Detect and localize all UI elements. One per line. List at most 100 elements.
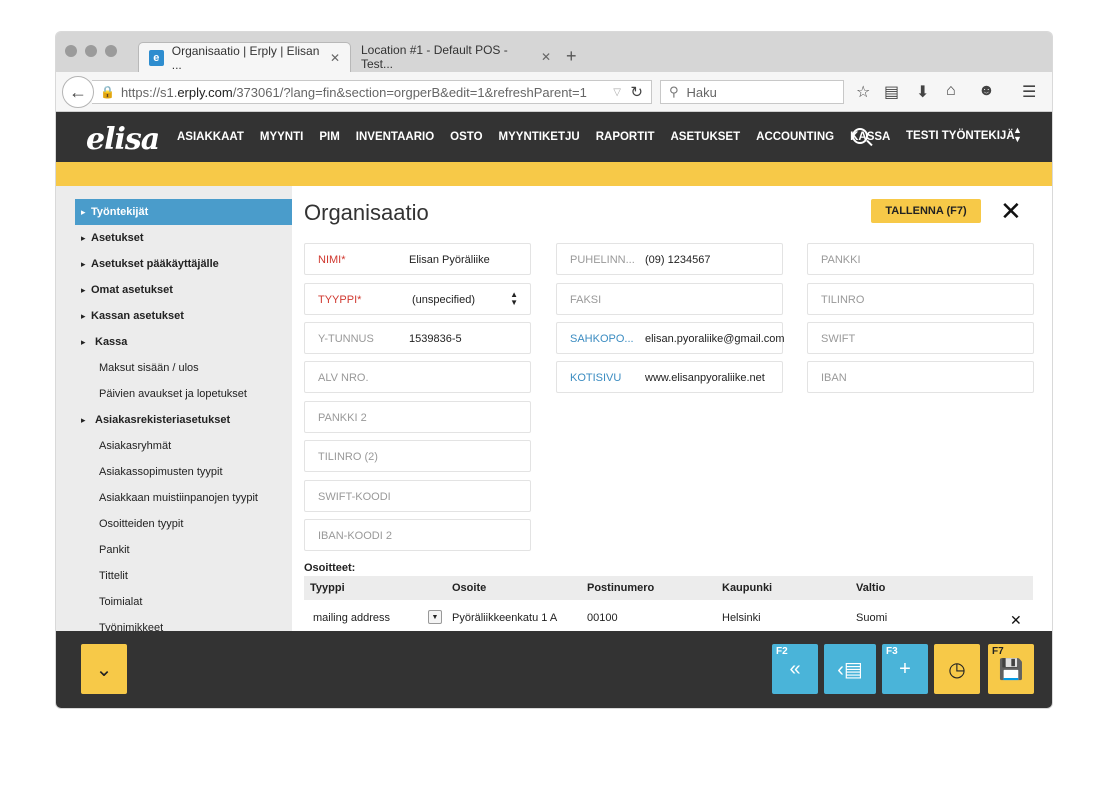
search-placeholder: Haku <box>686 84 717 100</box>
swift-field[interactable]: SWIFT <box>807 322 1034 354</box>
address-bar[interactable]: 🔒 https://s1. erply.com/373061/?lang=fin&… <box>92 80 652 104</box>
tab-close-icon[interactable]: ✕ <box>330 51 340 65</box>
tab-close-icon[interactable]: ✕ <box>541 50 551 64</box>
field-label: IBAN <box>821 372 847 384</box>
business-id-field[interactable]: Y-TUNNUS 1539836-5 <box>304 322 531 354</box>
swift-code-field[interactable]: SWIFT-KOODI <box>304 480 531 512</box>
url-path: /373061/?lang=fin&section=orgperB&edit=1… <box>232 84 587 100</box>
search-input[interactable]: ⚲ Haku <box>660 80 844 104</box>
download-icon[interactable]: ⬇ <box>916 82 929 102</box>
reading-list-icon[interactable]: ▤ <box>884 82 899 102</box>
sidebar-item-paivien-avaukset[interactable]: Päivien avaukset ja lopetukset <box>75 381 292 407</box>
dropdown-triangle-icon[interactable]: ▽ <box>613 87 621 98</box>
sidebar-item-asiakassopimusten-tyypit[interactable]: Asiakassopimusten tyypit <box>75 459 292 485</box>
zoom-window-button[interactable] <box>105 45 117 57</box>
menu-item-pim[interactable]: PIM <box>319 131 339 143</box>
menu-item-accounting[interactable]: ACCOUNTING <box>756 131 834 143</box>
back-arrow-icon: ← <box>69 81 87 102</box>
bank2-field[interactable]: PANKKI 2 <box>304 401 531 433</box>
sidebar-item-osoitteiden-tyypit[interactable]: Osoitteiden tyypit <box>75 511 292 537</box>
add-button[interactable]: F3 + <box>882 644 928 694</box>
menu-item-raportit[interactable]: RAPORTIT <box>596 131 655 143</box>
browser-window: e Organisaatio | Erply | Elisan ... ✕ Lo… <box>56 32 1052 708</box>
vat-number-field[interactable]: ALV NRO. <box>304 361 531 393</box>
address-type[interactable]: mailing address <box>313 612 390 624</box>
sidebar-item-kassa[interactable]: Kassa <box>75 329 292 355</box>
collapse-button[interactable]: ⌄ <box>81 644 127 694</box>
field-label[interactable]: SAHKOPO... <box>570 333 634 345</box>
field-label: FAKSI <box>570 294 602 306</box>
type-select[interactable]: TYYPPI* (unspecified) ▲ ▼ <box>304 283 531 315</box>
column-header-type: Tyyppi <box>310 582 345 594</box>
address-city[interactable]: Helsinki <box>722 612 761 624</box>
sort-arrows-icon[interactable]: ▲ ▼ <box>1013 126 1022 144</box>
addresses-table-header: Tyyppi Osoite Postinumero Kaupunki Valti… <box>304 576 1033 600</box>
address-street[interactable]: Pyöräliikkeenkatu 1 A <box>452 612 557 624</box>
menu-item-asetukset[interactable]: ASETUKSET <box>670 131 740 143</box>
name-field[interactable]: NIMI* Elisan Pyöräliike <box>304 243 531 275</box>
history-button[interactable]: ◷ <box>934 644 980 694</box>
sidebar-item-tittelit[interactable]: Tittelit <box>75 563 292 589</box>
fax-field[interactable]: FAKSI <box>556 283 783 315</box>
content-area: Työntekijät Asetukset Asetukset pääkäytt… <box>56 186 1052 634</box>
iban-field[interactable]: IBAN <box>807 361 1034 393</box>
chat-icon[interactable]: ☻ <box>978 82 995 100</box>
home-icon[interactable]: ⌂ <box>946 82 956 100</box>
sidebar-item-asiakasrekisteriasetukset[interactable]: Asiakasrekisteriasetukset <box>75 407 292 433</box>
tab-title: Organisaatio | Erply | Elisan ... <box>171 43 320 72</box>
menu-item-osto[interactable]: OSTO <box>450 131 482 143</box>
sidebar-item-omat-asetukset[interactable]: Omat asetukset <box>75 277 292 303</box>
minimize-window-button[interactable] <box>85 45 97 57</box>
bookmark-star-icon[interactable]: ☆ <box>856 82 870 102</box>
menu-item-myynti[interactable]: MYYNTI <box>260 131 303 143</box>
bank-field[interactable]: PANKKI <box>807 243 1034 275</box>
address-country[interactable]: Suomi <box>856 612 887 624</box>
dropdown-arrow-icon[interactable]: ▼ <box>428 610 442 624</box>
close-window-button[interactable] <box>65 45 77 57</box>
account-number2-field[interactable]: TILINRO (2) <box>304 440 531 472</box>
sidebar-item-asetukset[interactable]: Asetukset <box>75 225 292 251</box>
save-button[interactable]: TALLENNA (F7) <box>871 199 981 223</box>
new-tab-icon[interactable]: + <box>566 46 577 67</box>
sidebar-item-pankit[interactable]: Pankit <box>75 537 292 563</box>
sidebar-item-tyontekijat[interactable]: Työntekijät <box>75 199 292 225</box>
reload-icon[interactable]: ↻ <box>630 83 643 101</box>
phone-field[interactable]: PUHELINN... (09) 1234567 <box>556 243 783 275</box>
sidebar-item-asiakasryhmat[interactable]: Asiakasryhmät <box>75 433 292 459</box>
select-arrows-icon: ▲ ▼ <box>510 290 518 307</box>
field-label[interactable]: KOTISIVU <box>570 372 621 384</box>
sidebar-item-toimialat[interactable]: Toimialat <box>75 589 292 615</box>
iban-code2-field[interactable]: IBAN-KOODI 2 <box>304 519 531 551</box>
footer-save-button[interactable]: F7 💾 <box>988 644 1034 694</box>
elisa-logo[interactable]: elisa <box>86 122 160 157</box>
sidebar-item-kassan-asetukset[interactable]: Kassan asetukset <box>75 303 292 329</box>
menu-item-asiakkaat[interactable]: ASIAKKAAT <box>177 131 244 143</box>
clock-icon: ◷ <box>948 658 966 681</box>
user-menu[interactable]: TESTI TYÖNTEKIJÄ <box>906 130 1015 142</box>
sidebar-item-maksut[interactable]: Maksut sisään / ulos <box>75 355 292 381</box>
search-icon[interactable] <box>852 128 868 144</box>
tab-organisaatio[interactable]: e Organisaatio | Erply | Elisan ... ✕ <box>138 42 351 72</box>
address-postal[interactable]: 00100 <box>587 612 618 624</box>
back-button[interactable]: F2 « <box>772 644 818 694</box>
field-label: ALV NRO. <box>318 372 369 384</box>
main-panel: Organisaatio TALLENNA (F7) ✕ NIMI* Elisan… <box>292 186 1052 631</box>
account-number-field[interactable]: TILINRO <box>807 283 1034 315</box>
sidebar-item-muistiinpanojen-tyypit[interactable]: Asiakkaan muistiinpanojen tyypit <box>75 485 292 511</box>
menu-item-inventaario[interactable]: INVENTAARIO <box>356 131 434 143</box>
shortcut-key: F7 <box>992 646 1004 657</box>
tab-location[interactable]: Location #1 - Default POS - Test... ✕ <box>351 42 561 72</box>
list-view-button[interactable]: ‹▤ <box>824 644 876 694</box>
sidebar-item-asetukset-paakayttajalle[interactable]: Asetukset pääkäyttäjälle <box>75 251 292 277</box>
plus-icon: + <box>899 657 911 680</box>
email-field[interactable]: SAHKOPO... elisan.pyoraliike@gmail.com <box>556 322 785 354</box>
search-icon: ⚲ <box>669 84 679 99</box>
delete-row-icon[interactable]: ✕ <box>1010 612 1022 629</box>
back-button[interactable]: ← <box>62 76 94 108</box>
floppy-disk-icon: 💾 <box>998 658 1024 681</box>
website-field[interactable]: KOTISIVU www.elisanpyoraliike.net <box>556 361 783 393</box>
hamburger-menu-icon[interactable]: ☰ <box>1022 82 1036 102</box>
menu-item-myyntiketju[interactable]: MYYNTIKETJU <box>499 131 580 143</box>
field-label: TILINRO (2) <box>318 451 378 463</box>
close-icon[interactable]: ✕ <box>1000 198 1022 224</box>
